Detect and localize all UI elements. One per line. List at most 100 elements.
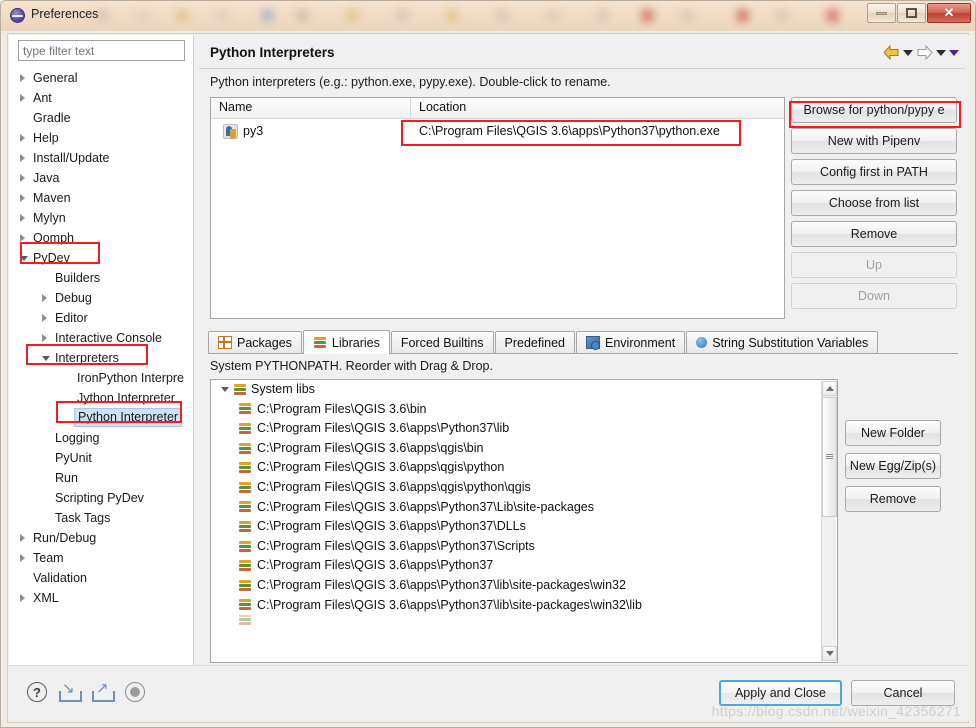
import-icon[interactable]: [59, 679, 82, 702]
sidebar-item-interpreters[interactable]: Interpreters: [9, 348, 193, 368]
maximize-button[interactable]: [897, 3, 926, 23]
export-icon[interactable]: [92, 679, 115, 702]
scroll-down-icon[interactable]: [822, 646, 837, 661]
scroll-up-icon[interactable]: [822, 381, 837, 396]
chevron-right-icon[interactable]: [20, 214, 25, 222]
library-path-row[interactable]: C:\Program Files\QGIS 3.6\apps\qgis\pyth…: [211, 458, 837, 478]
back-history-chevron-down-icon[interactable]: [903, 49, 913, 56]
sidebar-item-run[interactable]: Run: [9, 468, 193, 488]
sidebar-item-label: Team: [33, 551, 64, 565]
table-row[interactable]: py3 C:\Program Files\QGIS 3.6\apps\Python…: [211, 119, 784, 143]
forward-history-chevron-down-icon[interactable]: [936, 49, 946, 56]
library-path-row[interactable]: C:\Program Files\QGIS 3.6\apps\Python37\…: [211, 596, 837, 616]
chevron-right-icon[interactable]: [20, 174, 25, 182]
back-arrow-icon[interactable]: [883, 45, 900, 60]
sidebar-item-java[interactable]: Java: [9, 168, 193, 188]
table-header: Name Location: [211, 98, 784, 119]
minimize-button[interactable]: [867, 3, 896, 23]
chevron-right-icon[interactable]: [20, 594, 25, 602]
tab-predefined[interactable]: Predefined: [494, 331, 575, 353]
libraries-root-label: System libs: [251, 382, 315, 396]
chevron-right-icon[interactable]: [20, 134, 25, 142]
sidebar-item-team[interactable]: Team: [9, 548, 193, 568]
chevron-right-icon[interactable]: [20, 154, 25, 162]
sidebar-item-builders[interactable]: Builders: [9, 268, 193, 288]
libraries-list[interactable]: System libs C:\Program Files\QGIS 3.6\bi…: [210, 379, 838, 663]
interpreter-button-remove[interactable]: Remove: [791, 221, 957, 247]
sidebar-item-ironpython-interpre[interactable]: IronPython Interpre: [9, 368, 193, 388]
library-path-row[interactable]: C:\Program Files\QGIS 3.6\bin: [211, 400, 837, 420]
close-button[interactable]: ✕: [927, 3, 971, 23]
sidebar-item-validation[interactable]: Validation: [9, 568, 193, 588]
tab-environment[interactable]: Environment: [576, 331, 686, 353]
libraries-button-new-egg-zip-s[interactable]: New Egg/Zip(s): [845, 453, 941, 479]
chevron-down-icon[interactable]: [42, 356, 50, 361]
tab-forced-builtins[interactable]: Forced Builtins: [390, 331, 494, 353]
library-path-row[interactable]: C:\Program Files\QGIS 3.6\apps\Python37\…: [211, 576, 837, 596]
interpreter-button-new-with-pipenv[interactable]: New with Pipenv: [791, 128, 957, 154]
help-icon[interactable]: ?: [27, 682, 47, 702]
chevron-right-icon[interactable]: [20, 74, 25, 82]
record-icon[interactable]: [125, 682, 145, 702]
sidebar-item-task-tags[interactable]: Task Tags: [9, 508, 193, 528]
sidebar-item-jython-interpreter[interactable]: Jython Interpreter: [9, 388, 193, 408]
chevron-right-icon[interactable]: [20, 534, 25, 542]
sidebar-item-oomph[interactable]: Oomph: [9, 228, 193, 248]
sidebar-item-python-interpreter[interactable]: Python Interpreter: [9, 408, 193, 428]
libraries-root-row[interactable]: System libs: [211, 380, 837, 400]
sidebar-item-maven[interactable]: Maven: [9, 188, 193, 208]
sidebar-item-interactive-console[interactable]: Interactive Console: [9, 328, 193, 348]
library-path-row[interactable]: C:\Program Files\QGIS 3.6\apps\Python37\…: [211, 419, 837, 439]
sidebar-item-mylyn[interactable]: Mylyn: [9, 208, 193, 228]
tab-string-substitution-variables[interactable]: String Substitution Variables: [686, 331, 879, 353]
sidebar-item-pyunit[interactable]: PyUnit: [9, 448, 193, 468]
sidebar-item-general[interactable]: General: [9, 68, 193, 88]
library-path-row[interactable]: C:\Program Files\QGIS 3.6\apps\Python37: [211, 556, 837, 576]
chevron-right-icon[interactable]: [42, 294, 47, 302]
chevron-right-icon[interactable]: [20, 234, 25, 242]
library-path-row[interactable]: C:\Program Files\QGIS 3.6\apps\Python37\…: [211, 537, 837, 557]
sidebar-item-editor[interactable]: Editor: [9, 308, 193, 328]
chevron-right-icon[interactable]: [20, 94, 25, 102]
sidebar-item-ant[interactable]: Ant: [9, 88, 193, 108]
forward-arrow-icon[interactable]: [916, 45, 933, 60]
interpreters-table[interactable]: Name Location py3 C:\Program Files\QGIS 3…: [210, 97, 785, 319]
interpreter-name-cell[interactable]: py3: [211, 123, 411, 139]
library-path-row[interactable]: C:\Program Files\QGIS 3.6\apps\Python37\…: [211, 498, 837, 518]
library-path-row[interactable]: C:\Program Files\QGIS 3.6\apps\qgis\pyth…: [211, 478, 837, 498]
scrollbar-thumb[interactable]: [822, 397, 837, 517]
search-input[interactable]: [18, 40, 185, 61]
interpreter-button-browse-for-python-pypy-e[interactable]: Browse for python/pypy e: [791, 97, 957, 123]
libraries-button-remove[interactable]: Remove: [845, 486, 941, 512]
library-path-row[interactable]: C:\Program Files\QGIS 3.6\apps\qgis\bin: [211, 439, 837, 459]
chevron-down-icon[interactable]: [20, 256, 28, 261]
sidebar-item-install-update[interactable]: Install/Update: [9, 148, 193, 168]
chevron-right-icon[interactable]: [20, 194, 25, 202]
titlebar-blur-chip: [826, 9, 839, 22]
preferences-tree[interactable]: General Ant Gradle Help Install/Update Java Ma…: [9, 68, 193, 608]
page-menu-chevron-down-icon[interactable]: [949, 49, 959, 56]
sidebar-item-xml[interactable]: XML: [9, 588, 193, 608]
libraries-button-new-folder[interactable]: New Folder: [845, 420, 941, 446]
sidebar-item-scripting-pydev[interactable]: Scripting PyDev: [9, 488, 193, 508]
sidebar-item-pydev[interactable]: PyDev: [9, 248, 193, 268]
sidebar-item-logging[interactable]: Logging: [9, 428, 193, 448]
interpreter-location-cell[interactable]: C:\Program Files\QGIS 3.6\apps\Python37\…: [411, 124, 784, 138]
library-path-row[interactable]: C:\Program Files\QGIS 3.6\apps\Python37\…: [211, 517, 837, 537]
interpreter-button-config-first-in-path[interactable]: Config first in PATH: [791, 159, 957, 185]
sidebar-item-gradle[interactable]: Gradle: [9, 108, 193, 128]
sidebar-item-debug[interactable]: Debug: [9, 288, 193, 308]
chevron-right-icon[interactable]: [20, 554, 25, 562]
sidebar-item-help[interactable]: Help: [9, 128, 193, 148]
library-path-row-partial[interactable]: [211, 615, 837, 626]
libraries-vertical-scrollbar[interactable]: [821, 381, 837, 661]
sidebar-item-run-debug[interactable]: Run/Debug: [9, 528, 193, 548]
chevron-right-icon[interactable]: [42, 334, 47, 342]
expanded-triangle-icon[interactable]: [221, 387, 229, 393]
column-header-name[interactable]: Name: [211, 98, 411, 118]
tab-packages[interactable]: Packages: [208, 331, 302, 353]
chevron-right-icon[interactable]: [42, 314, 47, 322]
column-header-location[interactable]: Location: [411, 98, 784, 118]
tab-libraries[interactable]: Libraries: [302, 330, 390, 354]
interpreter-button-choose-from-list[interactable]: Choose from list: [791, 190, 957, 216]
